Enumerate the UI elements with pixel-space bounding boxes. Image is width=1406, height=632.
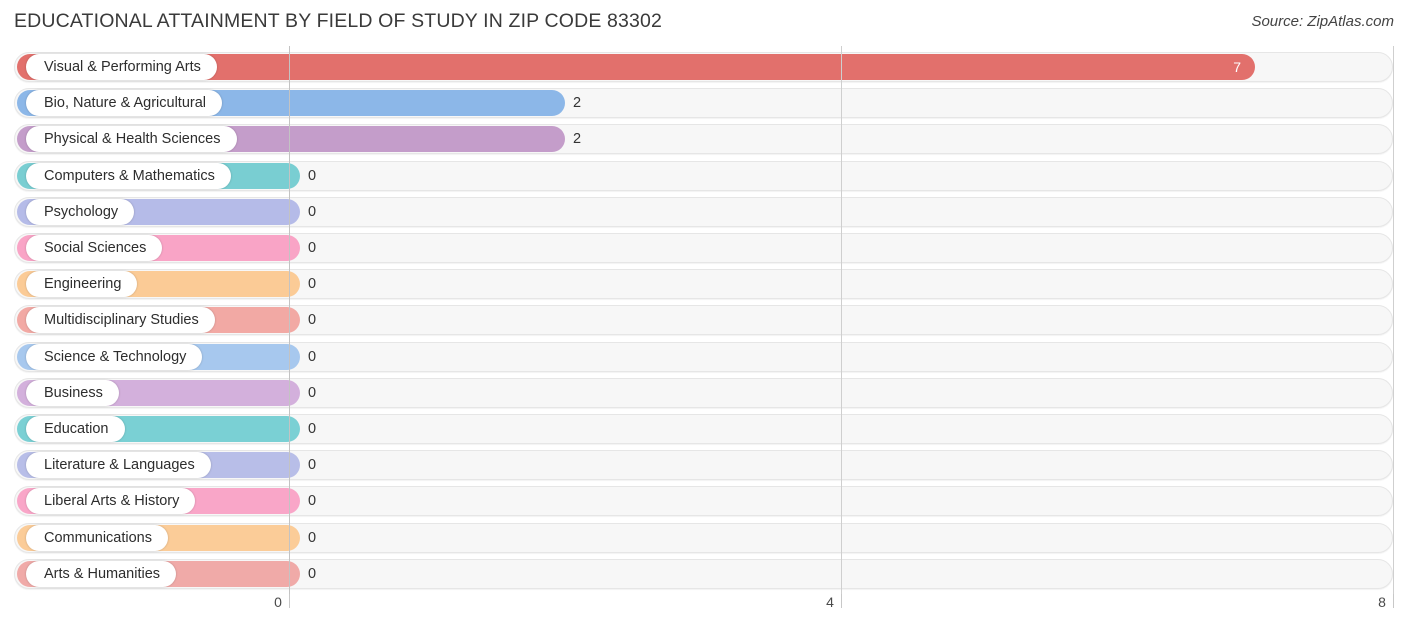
category-label: Education bbox=[26, 416, 125, 442]
x-tick-label: 4 bbox=[826, 594, 834, 610]
x-tick-label: 8 bbox=[1378, 594, 1386, 610]
chart-row: 0 Social Sciences bbox=[0, 233, 1406, 263]
chart-row: 0 Psychology bbox=[0, 196, 1406, 227]
chart-row: 0 Multidisciplinary Studies bbox=[0, 305, 1406, 336]
category-label: Arts & Humanities bbox=[26, 560, 177, 587]
page-title: EDUCATIONAL ATTAINMENT BY FIELD OF STUDY… bbox=[14, 10, 663, 32]
chart-header: EDUCATIONAL ATTAINMENT BY FIELD OF STUDY… bbox=[0, 0, 1406, 46]
chart-plot-area: 7 Visual & Performing Arts 2 Bio, Nature & … bbox=[0, 46, 1406, 594]
chart-row: 0 Business bbox=[0, 377, 1406, 408]
chart-row: 0 Liberal Arts & History bbox=[0, 486, 1406, 517]
gridline-0 bbox=[289, 46, 290, 594]
bar-value-label: 0 bbox=[308, 276, 317, 293]
bar-value-label: 0 bbox=[308, 421, 317, 437]
chart-row: 2 Physical & Health Sciences bbox=[0, 124, 1406, 155]
bar-value-label: 0 bbox=[308, 529, 317, 546]
chart-row: 2 Bio, Nature & Agricultural bbox=[0, 88, 1406, 119]
bar-value-label: 0 bbox=[308, 457, 317, 474]
gridline-8 bbox=[1393, 46, 1394, 594]
x-axis: 0 4 8 bbox=[0, 586, 1406, 632]
bar-value-label: 0 bbox=[308, 240, 317, 256]
chart-row: 0 Communications bbox=[0, 522, 1406, 553]
category-label: Bio, Nature & Agricultural bbox=[26, 90, 222, 117]
chart-row: 0 Engineering bbox=[0, 269, 1406, 300]
category-label: Physical & Health Sciences bbox=[26, 126, 237, 153]
bar-value-label: 0 bbox=[308, 167, 317, 184]
category-label: Business bbox=[26, 379, 119, 406]
bar-value-label: 0 bbox=[308, 312, 317, 329]
category-label: Communications bbox=[26, 524, 168, 551]
bar-value-label: 0 bbox=[308, 384, 317, 401]
bar-value-label: 7 bbox=[1233, 59, 1241, 75]
category-label: Literature & Languages bbox=[26, 452, 211, 479]
chart-row: 0 Computers & Mathematics bbox=[0, 160, 1406, 191]
chart-row: 7 Visual & Performing Arts bbox=[0, 52, 1406, 82]
bar-value-label: 0 bbox=[308, 565, 317, 582]
source-attribution: Source: ZipAtlas.com bbox=[1251, 13, 1394, 30]
chart-row: 0 Literature & Languages bbox=[0, 450, 1406, 481]
category-label: Social Sciences bbox=[26, 235, 163, 261]
category-label: Psychology bbox=[26, 198, 135, 225]
chart-row: 0 Education bbox=[0, 414, 1406, 444]
category-label: Computers & Mathematics bbox=[26, 162, 231, 189]
bar-value-label: 0 bbox=[308, 493, 317, 510]
gridline-4 bbox=[841, 46, 842, 594]
bar-value-label: 0 bbox=[308, 203, 317, 220]
bar-value-label: 0 bbox=[308, 348, 317, 365]
category-label: Liberal Arts & History bbox=[26, 488, 196, 515]
bar-value-label: 2 bbox=[573, 95, 582, 112]
category-label: Visual & Performing Arts bbox=[26, 54, 217, 80]
category-label: Multidisciplinary Studies bbox=[26, 307, 215, 334]
category-label: Engineering bbox=[26, 271, 138, 298]
bar-value-label: 2 bbox=[573, 131, 582, 148]
chart-row: 0 Science & Technology bbox=[0, 341, 1406, 372]
x-tick-label: 0 bbox=[274, 594, 282, 610]
chart-row: 0 Arts & Humanities bbox=[0, 558, 1406, 589]
category-label: Science & Technology bbox=[26, 343, 203, 370]
